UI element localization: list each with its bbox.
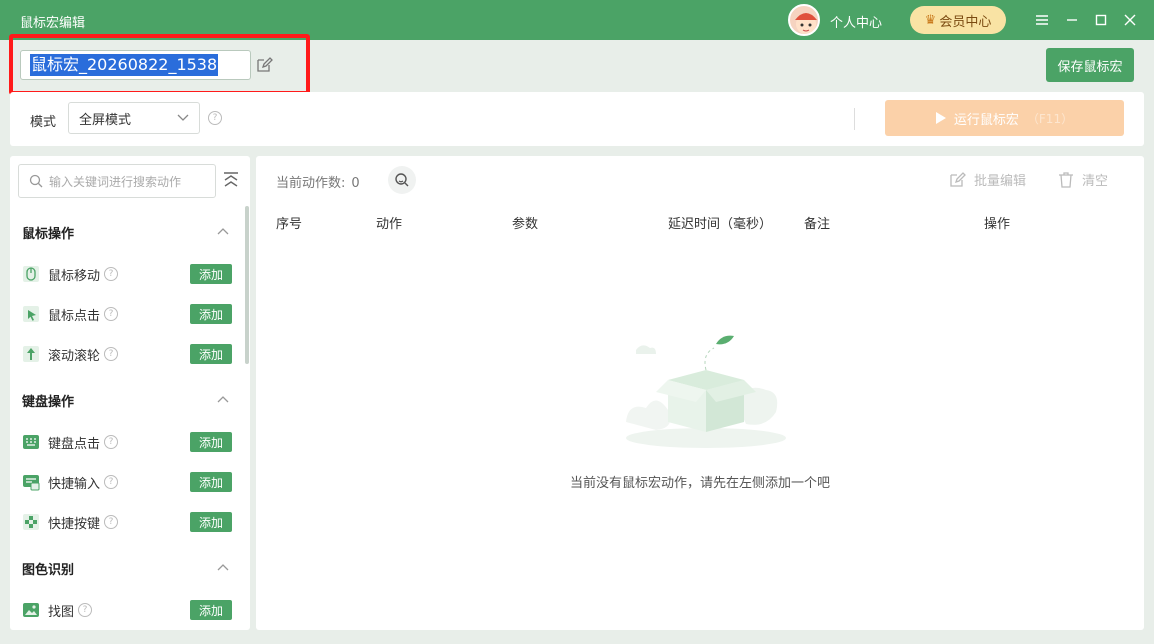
image-icon xyxy=(23,603,39,617)
sidebar-item-find-image: 找图 ? 添加 xyxy=(22,598,232,622)
macro-name-text: 鼠标宏_20260822_1538 xyxy=(30,54,219,76)
vip-center-label: 会员中心 xyxy=(939,14,992,30)
column-header-index: 序号 xyxy=(276,217,303,232)
add-mouse-move-button[interactable]: 添加 xyxy=(190,264,232,284)
avatar[interactable] xyxy=(788,4,820,36)
help-icon[interactable]: ? xyxy=(104,307,119,321)
mode-select[interactable]: 全屏模式 xyxy=(68,102,200,134)
run-hotkey-label: （F11） xyxy=(1026,111,1074,126)
column-header-action: 动作 xyxy=(376,217,403,232)
action-count-label: 当前动作数: xyxy=(276,176,346,191)
cursor-click-icon xyxy=(23,306,39,322)
item-label: 滚动滚轮 xyxy=(48,348,101,364)
empty-state-text: 当前没有鼠标宏动作，请先在左侧添加一个吧 xyxy=(569,476,830,491)
action-count: 当前动作数: 0 xyxy=(276,172,360,191)
close-icon xyxy=(1124,14,1136,26)
title-bar: 鼠标宏编辑 个人中心 ♛ 会员中心 xyxy=(0,0,1154,40)
item-label: 鼠标点击 xyxy=(48,308,101,324)
column-header-note: 备注 xyxy=(804,217,831,232)
search-icon xyxy=(395,173,409,187)
batch-edit-label: 批量编辑 xyxy=(974,174,1027,189)
keyboard-icon xyxy=(23,435,39,449)
help-icon[interactable]: ? xyxy=(104,267,119,281)
chevron-down-icon xyxy=(177,114,189,121)
add-mouse-click-button[interactable]: 添加 xyxy=(190,304,232,324)
add-find-image-button[interactable]: 添加 xyxy=(190,600,232,620)
hamburger-icon xyxy=(1036,15,1048,25)
action-count-value: 0 xyxy=(351,176,360,191)
app-title: 鼠标宏编辑 xyxy=(20,16,86,31)
run-macro-label: 运行鼠标宏 xyxy=(953,112,1019,128)
mouse-icon xyxy=(23,266,39,282)
action-sidebar: 输入关键词进行搜索动作 鼠标操作 鼠标移动 ? 添加 鼠标点击 ? 添加 滚动滚… xyxy=(10,156,250,630)
macro-name-input[interactable]: 鼠标宏_20260822_1538 xyxy=(20,50,251,80)
column-header-operation: 操作 xyxy=(984,217,1011,232)
group-title-keyboard[interactable]: 键盘操作 xyxy=(22,391,74,410)
maximize-icon xyxy=(1095,14,1107,26)
divider xyxy=(854,108,855,130)
sidebar-item-hotkey: 快捷按键 ? 添加 xyxy=(22,510,232,534)
chevron-up-icon[interactable] xyxy=(216,394,230,404)
action-search-input[interactable]: 输入关键词进行搜索动作 xyxy=(18,164,216,198)
help-icon[interactable]: ? xyxy=(104,347,119,361)
sidebar-item-mouse-click: 鼠标点击 ? 添加 xyxy=(22,302,232,326)
group-title-image-color[interactable]: 图色识别 xyxy=(22,559,74,578)
item-label: 键盘点击 xyxy=(48,436,101,452)
gamepad-icon xyxy=(23,514,39,530)
help-icon[interactable]: ? xyxy=(208,111,222,125)
minimize-icon xyxy=(1067,19,1077,21)
item-label: 鼠标移动 xyxy=(48,268,101,284)
sidebar-item-key-click: 键盘点击 ? 添加 xyxy=(22,430,232,454)
quick-input-icon xyxy=(23,475,40,491)
scroll-wheel-icon xyxy=(23,346,39,362)
help-icon[interactable]: ? xyxy=(78,603,93,617)
batch-edit-button[interactable]: 批量编辑 xyxy=(948,170,1026,189)
maximize-button[interactable] xyxy=(1089,8,1113,32)
user-center-link[interactable]: 个人中心 xyxy=(830,12,882,31)
chevron-up-icon[interactable] xyxy=(216,226,230,236)
mode-bar: 模式 全屏模式 ? 运行鼠标宏 （F11） xyxy=(10,92,1144,146)
avatar-image xyxy=(795,13,817,34)
add-key-click-button[interactable]: 添加 xyxy=(190,432,232,452)
vip-center-button[interactable]: ♛ 会员中心 xyxy=(910,6,1006,34)
sidebar-item-mouse-move: 鼠标移动 ? 添加 xyxy=(22,262,232,286)
item-label: 快捷输入 xyxy=(48,476,101,492)
column-header-params: 参数 xyxy=(512,217,539,232)
run-macro-button[interactable]: 运行鼠标宏 （F11） xyxy=(885,100,1124,136)
action-search-button[interactable] xyxy=(388,166,416,194)
search-placeholder: 输入关键词进行搜索动作 xyxy=(49,174,182,189)
add-scroll-wheel-button[interactable]: 添加 xyxy=(190,344,232,364)
mode-label: 模式 xyxy=(30,115,57,130)
help-icon[interactable]: ? xyxy=(104,515,119,529)
add-hotkey-button[interactable]: 添加 xyxy=(190,512,232,532)
sidebar-item-quick-input: 快捷输入 ? 添加 xyxy=(22,470,232,494)
column-header-delay: 延迟时间（毫秒） xyxy=(668,217,773,232)
clear-button[interactable]: 清空 xyxy=(1058,170,1108,189)
search-icon xyxy=(29,174,43,188)
collapse-all-icon[interactable] xyxy=(222,170,240,190)
help-icon[interactable]: ? xyxy=(104,475,119,489)
menu-button[interactable] xyxy=(1030,8,1054,32)
item-label: 找图 xyxy=(48,604,75,620)
chevron-up-icon[interactable] xyxy=(216,562,230,572)
save-macro-button[interactable]: 保存鼠标宏 xyxy=(1046,48,1134,82)
group-title-mouse[interactable]: 鼠标操作 xyxy=(22,223,74,242)
trash-icon xyxy=(1059,171,1073,188)
crown-icon: ♛ xyxy=(924,12,937,28)
clear-label: 清空 xyxy=(1082,174,1109,189)
add-quick-input-button[interactable]: 添加 xyxy=(190,472,232,492)
edit-icon[interactable] xyxy=(255,56,273,74)
sidebar-item-scroll-wheel: 滚动滚轮 ? 添加 xyxy=(22,342,232,366)
edit-icon xyxy=(950,171,966,187)
mode-select-value: 全屏模式 xyxy=(79,112,132,128)
help-icon[interactable]: ? xyxy=(104,435,119,449)
action-list-panel: 当前动作数: 0 批量编辑 清空 序号 动作 参数 延迟时间（毫秒） 备注 操作 … xyxy=(256,156,1144,630)
minimize-button[interactable] xyxy=(1060,8,1084,32)
sidebar-scrollbar[interactable] xyxy=(245,206,249,364)
close-button[interactable] xyxy=(1118,8,1142,32)
item-label: 快捷按键 xyxy=(48,516,101,532)
empty-box-illustration xyxy=(626,335,786,448)
play-icon xyxy=(935,112,946,124)
